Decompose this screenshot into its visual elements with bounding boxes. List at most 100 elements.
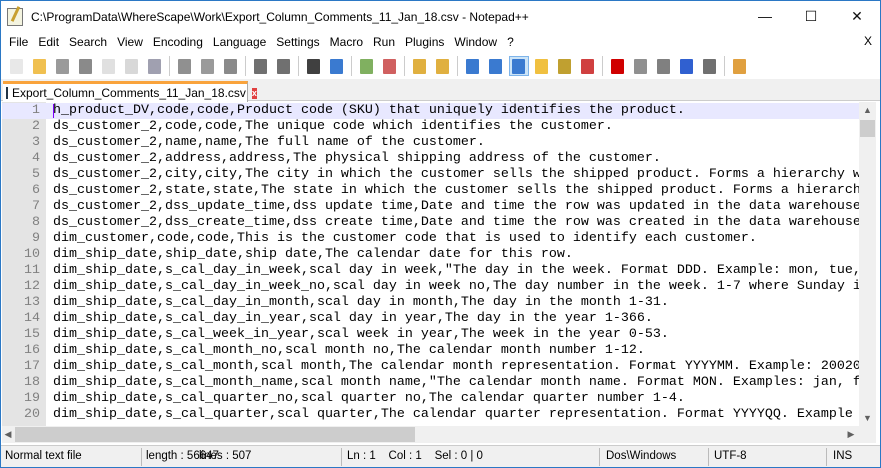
- line-text: ds_customer_2,state,state,The state in w…: [53, 183, 859, 198]
- zoom-in-button[interactable]: [357, 56, 377, 76]
- editor-line[interactable]: 1 h_product_DV,code,code,Product code (SK…: [2, 103, 859, 119]
- menu-search[interactable]: Search: [64, 35, 112, 49]
- toolbar-separator: [298, 56, 299, 76]
- menu-help[interactable]: ?: [502, 35, 519, 49]
- editor-line[interactable]: 2 ds_customer_2,code,code,The unique code…: [2, 119, 859, 135]
- new-file-button[interactable]: [7, 56, 27, 76]
- doc-map-button[interactable]: [532, 56, 552, 76]
- line-text: ds_customer_2,dss_create_time,dss create…: [53, 215, 859, 230]
- scroll-right-icon[interactable]: ▶: [845, 429, 857, 440]
- paste-button[interactable]: [221, 56, 241, 76]
- new-file-icon: [10, 58, 23, 74]
- vertical-scroll-thumb[interactable]: [860, 120, 875, 137]
- show-all-chars-button[interactable]: [486, 56, 506, 76]
- status-divider: [599, 448, 600, 466]
- vertical-scrollbar[interactable]: ▲ ▼: [859, 102, 876, 426]
- copy-button[interactable]: [198, 56, 218, 76]
- indent-guide-button[interactable]: [508, 56, 529, 76]
- editor-line[interactable]: 8 ds_customer_2,dss_create_time,dss creat…: [2, 215, 859, 231]
- redo-icon: [277, 58, 290, 74]
- redo-button[interactable]: [274, 56, 294, 76]
- folder-as-workspace-button[interactable]: [578, 56, 598, 76]
- scroll-left-icon[interactable]: ◀: [2, 429, 14, 440]
- undo-button[interactable]: [251, 56, 271, 76]
- tab-export-column-comments[interactable]: Export_Column_Comments_11_Jan_18.csv x: [3, 81, 257, 102]
- editor-line[interactable]: 18 dim_ship_date,s_cal_month_name,scal mo…: [2, 375, 859, 391]
- function-list-button[interactable]: [555, 56, 575, 76]
- function-list-icon: [558, 58, 571, 74]
- editor-line[interactable]: 3 ds_customer_2,name,name,The full name o…: [2, 135, 859, 151]
- save-macro-button[interactable]: [700, 56, 720, 76]
- editor-line[interactable]: 9 dim_customer,code,code,This is the cust…: [2, 231, 859, 247]
- menu-file[interactable]: File: [4, 35, 33, 49]
- editor-line[interactable]: 14 dim_ship_date,s_cal_day_in_year,scal d…: [2, 311, 859, 327]
- doc-map-icon: [535, 58, 548, 74]
- word-wrap-button[interactable]: [463, 56, 483, 76]
- menu-plugins[interactable]: Plugins: [400, 35, 449, 49]
- sync-vertical-button[interactable]: [410, 56, 430, 76]
- line-number: 10: [24, 247, 40, 262]
- line-number: 9: [32, 231, 40, 246]
- save-button[interactable]: [53, 56, 73, 76]
- print-button[interactable]: [145, 56, 165, 76]
- menu-edit[interactable]: Edit: [33, 35, 64, 49]
- toolbar-separator: [245, 56, 246, 76]
- record-macro-icon: [611, 58, 624, 74]
- editor-line[interactable]: 10 dim_ship_date,ship_date,ship date,The …: [2, 247, 859, 263]
- replace-button[interactable]: [327, 56, 347, 76]
- menu-macro[interactable]: Macro: [325, 35, 368, 49]
- stop-record-button[interactable]: [631, 56, 651, 76]
- editor-line[interactable]: 15 dim_ship_date,s_cal_week_in_year,scal …: [2, 327, 859, 343]
- cut-button[interactable]: [175, 56, 195, 76]
- close-document-button[interactable]: X: [864, 34, 872, 48]
- close-all-icon: [125, 58, 138, 74]
- zoom-in-icon: [360, 58, 373, 74]
- open-file-button[interactable]: [30, 56, 50, 76]
- maximize-button[interactable]: ☐: [788, 1, 834, 31]
- scroll-up-icon[interactable]: ▲: [859, 105, 876, 115]
- folder-as-workspace-icon: [581, 58, 594, 74]
- editor-line[interactable]: 11 dim_ship_date,s_cal_day_in_week,scal d…: [2, 263, 859, 279]
- close-button[interactable]: [99, 56, 119, 76]
- indent-guide-icon: [512, 58, 525, 74]
- editor-line[interactable]: 13 dim_ship_date,s_cal_day_in_month,scal …: [2, 295, 859, 311]
- editor-line[interactable]: 17 dim_ship_date,s_cal_month,scal month,T…: [2, 359, 859, 375]
- find-button[interactable]: [304, 56, 324, 76]
- menu-encoding[interactable]: Encoding: [148, 35, 208, 49]
- editor-line[interactable]: 5 ds_customer_2,city,city,The city in whi…: [2, 167, 859, 183]
- record-macro-button[interactable]: [608, 56, 628, 76]
- launch-button[interactable]: [730, 56, 750, 76]
- menu-settings[interactable]: Settings: [271, 35, 324, 49]
- editor-line[interactable]: 16 dim_ship_date,s_cal_month_no,scal mont…: [2, 343, 859, 359]
- line-text: dim_ship_date,s_cal_month_no,scal month …: [53, 343, 645, 358]
- toolbar: [1, 53, 880, 79]
- sync-horizontal-button[interactable]: [433, 56, 453, 76]
- line-text: h_product_DV,code,code,Product code (SKU…: [53, 103, 685, 118]
- show-all-chars-icon: [489, 58, 502, 74]
- menu-view[interactable]: View: [112, 35, 148, 49]
- editor-line[interactable]: 6 ds_customer_2,state,state,The state in …: [2, 183, 859, 199]
- menu-window[interactable]: Window: [449, 35, 502, 49]
- save-all-button[interactable]: [76, 56, 96, 76]
- editor-line[interactable]: 20 dim_ship_date,s_cal_quarter,scal quart…: [2, 407, 859, 423]
- close-window-button[interactable]: ✕: [834, 1, 880, 31]
- line-number: 7: [32, 199, 40, 214]
- zoom-out-button[interactable]: [380, 56, 400, 76]
- play-multiple-button[interactable]: [677, 56, 697, 76]
- minimize-button[interactable]: —: [742, 1, 788, 31]
- menu-run[interactable]: Run: [368, 35, 400, 49]
- horizontal-scroll-thumb[interactable]: [15, 427, 415, 442]
- editor-line[interactable]: 7 ds_customer_2,dss_update_time,dss updat…: [2, 199, 859, 215]
- editor-line[interactable]: 12 dim_ship_date,s_cal_day_in_week_no,sca…: [2, 279, 859, 295]
- scroll-down-icon[interactable]: ▼: [859, 413, 876, 423]
- play-macro-button[interactable]: [654, 56, 674, 76]
- text-editor[interactable]: 1 h_product_DV,code,code,Product code (SK…: [2, 102, 859, 426]
- line-number: 6: [32, 183, 40, 198]
- horizontal-scrollbar[interactable]: ◀ ▶: [2, 426, 859, 443]
- editor-line[interactable]: 4 ds_customer_2,address,address,The physi…: [2, 151, 859, 167]
- line-text: dim_ship_date,s_cal_week_in_year,scal we…: [53, 327, 669, 342]
- menu-language[interactable]: Language: [208, 35, 271, 49]
- tab-close-button[interactable]: x: [251, 87, 257, 99]
- close-all-button[interactable]: [122, 56, 142, 76]
- editor-line[interactable]: 19 dim_ship_date,s_cal_quarter_no,scal qu…: [2, 391, 859, 407]
